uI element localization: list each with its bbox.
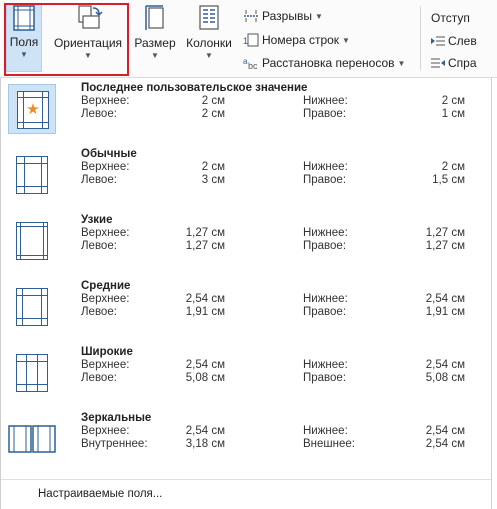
preset-thumbnail	[8, 282, 56, 332]
outside-label: Внешнее:	[303, 438, 355, 450]
indent-right-field[interactable]: Спра	[431, 56, 477, 70]
wide-margins-icon	[16, 354, 48, 392]
bottom-label: Нижнее:	[303, 227, 348, 239]
top-label: Верхнее:	[81, 161, 130, 173]
outside-value: 2,54 см	[425, 438, 465, 450]
right-label: Правое:	[303, 306, 347, 318]
preset-thumbnail	[6, 414, 58, 464]
preset-title: Обычные	[81, 148, 137, 160]
size-button[interactable]: Размер ▼	[132, 4, 178, 60]
line-numbers-label: Номера строк	[262, 33, 340, 47]
indent-left-icon	[431, 36, 445, 46]
columns-icon	[199, 5, 219, 30]
margin-preset-moderate[interactable]: Средние Верхнее: 2,54 см Нижнее: 2,54 см…	[1, 276, 491, 342]
chevron-down-icon: ▼	[397, 58, 406, 68]
top-label: Верхнее:	[81, 95, 130, 107]
indent-left-field[interactable]: Слев	[431, 34, 477, 48]
star-icon: ★	[26, 101, 40, 119]
bottom-label: Нижнее:	[303, 359, 348, 371]
right-value: 1,91 см	[425, 306, 465, 318]
normal-margins-icon	[16, 156, 48, 194]
highlight-frame	[4, 3, 129, 76]
bottom-label: Нижнее:	[303, 425, 348, 437]
bottom-value: 1,27 см	[425, 227, 465, 239]
ribbon: Поля ▼ Ориентация ▼ Размер ▼ Колонки ▼ Р…	[0, 0, 497, 78]
right-label: Правое:	[303, 372, 347, 384]
line-numbers-button[interactable]: 1 Номера строк ▼	[243, 33, 350, 47]
top-label: Верхнее:	[81, 425, 130, 437]
size-label: Размер	[134, 36, 176, 50]
preset-thumbnail	[8, 216, 56, 266]
indent-left-label: Слев	[448, 34, 477, 48]
bottom-value: 2,54 см	[425, 425, 465, 437]
custom-margins-label: Настраиваемые поля...	[38, 488, 163, 500]
indent-group-title: Отступ	[431, 11, 470, 25]
preset-title: Широкие	[81, 346, 133, 358]
mirrored-margins-icon	[8, 425, 56, 453]
margin-preset-mirrored[interactable]: Зеркальные Верхнее: 2,54 см Нижнее: 2,54…	[1, 408, 491, 474]
margin-preset-narrow[interactable]: Узкие Верхнее: 1,27 см Нижнее: 1,27 см Л…	[1, 210, 491, 276]
margin-preset-last-custom[interactable]: ★ Последнее пользовательское значение Ве…	[1, 78, 491, 144]
bottom-value: 2,54 см	[425, 293, 465, 305]
right-value: 1,27 см	[425, 240, 465, 252]
indent-right-icon	[431, 58, 445, 68]
page-size-icon	[145, 5, 164, 30]
indent-right-label: Спра	[448, 56, 477, 70]
top-label: Верхнее:	[81, 293, 130, 305]
right-value: 1 см	[441, 108, 465, 120]
line-numbers-icon: 1	[243, 33, 259, 47]
inside-label: Внутреннее:	[81, 438, 148, 450]
top-label: Верхнее:	[81, 227, 130, 239]
preset-thumbnail: ★	[8, 84, 56, 134]
right-value: 1,5 см	[432, 174, 465, 186]
preset-thumbnail	[8, 348, 56, 398]
bottom-value: 2 см	[441, 95, 465, 107]
preset-title: Средние	[81, 280, 131, 292]
chevron-down-icon: ▼	[314, 11, 323, 21]
preset-title: Узкие	[81, 214, 113, 226]
left-label: Левое:	[81, 108, 117, 120]
margin-preset-normal[interactable]: Обычные Верхнее: 2 см Нижнее: 2 см Левое…	[1, 144, 491, 210]
ribbon-divider	[420, 6, 421, 70]
columns-label: Колонки	[186, 36, 232, 50]
left-label: Левое:	[81, 306, 117, 318]
left-label: Левое:	[81, 240, 117, 252]
right-value: 5,08 см	[425, 372, 465, 384]
top-label: Верхнее:	[81, 359, 130, 371]
breaks-button[interactable]: Разрывы ▼	[243, 9, 323, 23]
breaks-label: Разрывы	[262, 9, 312, 23]
margin-preset-wide[interactable]: Широкие Верхнее: 2,54 см Нижнее: 2,54 см…	[1, 342, 491, 408]
margins-dropdown: ★ Последнее пользовательское значение Ве…	[0, 78, 492, 509]
custom-margins-star-icon: ★	[17, 91, 49, 129]
hyphenation-button[interactable]: a bc Расстановка переносов ▼	[243, 56, 405, 70]
left-label: Левое:	[81, 174, 117, 186]
preset-title: Зеркальные	[81, 412, 152, 424]
bottom-label: Нижнее:	[303, 293, 348, 305]
right-label: Правое:	[303, 108, 347, 120]
bottom-label: Нижнее:	[303, 95, 348, 107]
right-label: Правое:	[303, 240, 347, 252]
bottom-value: 2 см	[441, 161, 465, 173]
preset-title: Последнее пользовательское значение	[81, 82, 308, 94]
hyphenation-icon: a bc	[243, 57, 258, 70]
left-label: Левое:	[81, 372, 117, 384]
svg-text:bc: bc	[248, 61, 258, 70]
bottom-value: 2,54 см	[425, 359, 465, 371]
columns-button[interactable]: Колонки ▼	[181, 4, 237, 60]
chevron-down-icon: ▼	[342, 35, 350, 45]
hyphenation-label: Расстановка переносов	[262, 56, 395, 70]
moderate-margins-icon	[16, 288, 48, 326]
custom-margins-link[interactable]: Настраиваемые поля...	[1, 479, 491, 509]
right-label: Правое:	[303, 174, 347, 186]
bottom-label: Нижнее:	[303, 161, 348, 173]
narrow-margins-icon	[16, 222, 48, 260]
svg-text:1: 1	[243, 36, 248, 46]
preset-thumbnail	[8, 150, 56, 200]
breaks-icon	[244, 10, 258, 22]
chevron-down-icon: ▼	[205, 51, 213, 60]
chevron-down-icon: ▼	[151, 51, 159, 60]
